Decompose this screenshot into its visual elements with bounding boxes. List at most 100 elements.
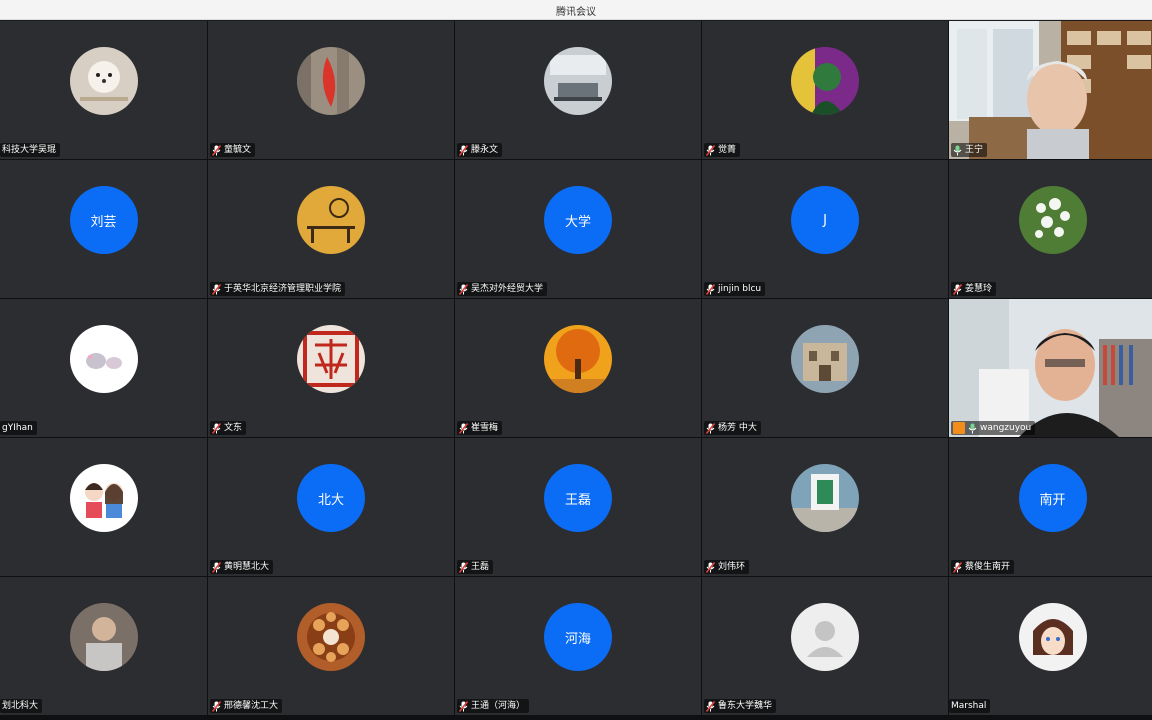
mic-muted-icon	[212, 144, 221, 156]
participant-tile[interactable]: 刘伟环	[702, 438, 948, 576]
participant-name: 鲁东大学魏华	[718, 701, 773, 711]
participant-avatar: 北大	[297, 464, 365, 532]
participant-avatar	[297, 47, 365, 115]
participant-avatar	[69, 464, 138, 532]
participant-name-tag: 刘伟环	[704, 560, 750, 574]
mic-muted-icon	[212, 283, 221, 295]
participant-name: 蔡俊生南开	[965, 562, 1011, 572]
participant-name-tag: gYIhan	[0, 421, 37, 435]
participant-tile[interactable]: gYIhan	[0, 299, 207, 437]
title-bar: 腾讯会议	[0, 0, 1152, 20]
participant-avatar	[791, 464, 859, 532]
participant-tile[interactable]: 河海王通（河海）	[455, 577, 701, 715]
participant-name: 童毓文	[224, 145, 252, 155]
participant-name-tag: 觉菁	[704, 143, 741, 157]
mic-muted-icon	[706, 700, 715, 712]
participant-tile[interactable]: wangzuyou	[949, 299, 1152, 437]
participant-tile[interactable]: 姜慧玲	[949, 160, 1152, 298]
participant-name-tag: 蔡俊生南开	[951, 560, 1015, 574]
participant-name: 杨芳 中大	[718, 423, 757, 433]
participant-grid: 科技大学吴琨 童毓文 滕永文 觉菁 王宁刘芸于英华北京经济管理职业学院 大学吴杰对外经贸大…	[0, 21, 1152, 720]
mic-muted-icon	[706, 422, 715, 434]
participant-avatar	[69, 325, 138, 393]
mic-muted-icon	[706, 283, 715, 295]
participant-avatar	[1018, 186, 1087, 254]
participant-avatar: 河海	[544, 603, 612, 671]
participant-name-tag: 王磊	[457, 560, 494, 574]
mic-muted-icon	[212, 700, 221, 712]
participant-name: 王磊	[471, 562, 490, 572]
participant-name-tag: 文东	[210, 421, 247, 435]
default-user-icon	[791, 603, 859, 671]
participant-avatar: J	[791, 186, 859, 254]
participant-name: 于英华北京经济管理职业学院	[224, 284, 342, 294]
participant-name: wangzuyou	[980, 423, 1032, 433]
participant-name-tag: 滕永文	[457, 143, 503, 157]
participant-name: 吴杰对外经贸大学	[471, 284, 544, 294]
participant-tile[interactable]: 王磊 王磊	[455, 438, 701, 576]
participant-avatar	[791, 47, 859, 115]
participant-name-tag: 崔雪梅	[457, 421, 503, 435]
participant-tile[interactable]: 科技大学吴琨	[0, 21, 207, 159]
participant-tile[interactable]: Jjinjin blcu	[702, 160, 948, 298]
mic-muted-icon	[212, 561, 221, 573]
participant-tile[interactable]: 觉菁	[702, 21, 948, 159]
participant-avatar: 王磊	[544, 464, 612, 532]
participant-name-tag: 王通（河海）	[457, 699, 530, 713]
participant-tile[interactable]: 邢德馨沈工大	[208, 577, 454, 715]
participant-name-tag: jinjin blcu	[704, 282, 766, 296]
participant-name: 黄明慧北大	[224, 562, 270, 572]
participant-avatar: 南开	[1018, 464, 1087, 532]
participant-name: 文东	[224, 423, 243, 433]
participant-name: 觉菁	[718, 145, 737, 155]
participant-name: 邢德馨沈工大	[224, 701, 279, 711]
participant-tile[interactable]: 崔雪梅	[455, 299, 701, 437]
mic-muted-icon	[459, 422, 468, 434]
participant-tile[interactable]: 杨芳 中大	[702, 299, 948, 437]
participant-avatar	[544, 47, 612, 115]
participant-avatar	[791, 325, 859, 393]
participant-video	[949, 299, 1152, 437]
participant-tile[interactable]: Marshal	[949, 577, 1152, 715]
participant-name-tag: 科技大学吴琨	[0, 143, 61, 157]
participant-name-tag: 姜慧玲	[951, 282, 997, 296]
participant-name-tag: 黄明慧北大	[210, 560, 274, 574]
participant-name-tag: 鲁东大学魏华	[704, 699, 777, 713]
participant-avatar	[544, 325, 612, 393]
participant-name: Marshal	[951, 701, 987, 711]
mic-muted-icon	[706, 144, 715, 156]
participant-name: gYIhan	[2, 423, 33, 433]
participant-tile[interactable]: 大学吴杰对外经贸大学	[455, 160, 701, 298]
mic-muted-icon	[953, 561, 962, 573]
mic-muted-icon	[706, 561, 715, 573]
participant-name-tag: 吴杰对外经贸大学	[457, 282, 548, 296]
participant-name: 科技大学吴琨	[2, 145, 57, 155]
participant-name: 刘伟环	[718, 562, 746, 572]
participant-tile[interactable]: 童毓文	[208, 21, 454, 159]
mic-muted-icon	[459, 561, 468, 573]
participant-tile[interactable]: 南开蔡俊生南开	[949, 438, 1152, 576]
participant-tile[interactable]: 鲁东大学魏华	[702, 577, 948, 715]
participant-tile[interactable]: 王宁	[949, 21, 1152, 159]
participant-avatar: 大学	[544, 186, 612, 254]
participant-avatar	[297, 186, 365, 254]
mic-muted-icon	[459, 700, 468, 712]
participant-avatar: 刘芸	[69, 186, 138, 254]
participant-name: 王通（河海）	[471, 701, 526, 711]
mic-muted-icon	[212, 422, 221, 434]
participant-tile[interactable]: 于英华北京经济管理职业学院	[208, 160, 454, 298]
participant-avatar	[69, 47, 138, 115]
window-title: 腾讯会议	[556, 7, 596, 18]
participant-tile[interactable]: 刘芸	[0, 160, 207, 298]
participant-name-tag: 于英华北京经济管理职业学院	[210, 282, 346, 296]
mic-icon	[968, 423, 977, 434]
participant-tile[interactable]: 北大黄明慧北大	[208, 438, 454, 576]
participant-avatar	[297, 325, 365, 393]
participant-tile[interactable]: 文东	[208, 299, 454, 437]
participant-tile[interactable]: 划北科大	[0, 577, 207, 715]
participant-name: 划北科大	[2, 701, 39, 711]
participant-name: 王宁	[965, 145, 984, 155]
participant-tile[interactable]: 滕永文	[455, 21, 701, 159]
participant-tile[interactable]	[0, 438, 207, 576]
participant-name-tag: Marshal	[949, 699, 991, 713]
